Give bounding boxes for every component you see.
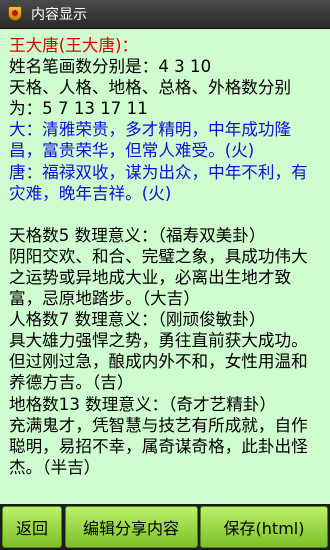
back-button[interactable]: 返回 xyxy=(2,506,62,548)
dige-text: 充满鬼才，凭智慧与技艺有所成就，自作聪明，易招不幸，属奇谋奇格，此卦出怪杰。（半… xyxy=(9,415,308,477)
fortune-tang: 唐：福禄双收，谋为出众，中年不利，有灾难，晚年吉祥。(火) xyxy=(9,162,308,203)
window-title: 内容显示 xyxy=(31,7,87,23)
result-content[interactable]: 王大唐(王大唐)： 姓名笔画数分别是：4 3 10 天格、人格、地格、总格、外格… xyxy=(0,29,330,504)
strokes-line: 姓名笔画数分别是：4 3 10 xyxy=(9,57,212,77)
renge-title: 人格数7 数理意义：（刚顽俊敏卦） xyxy=(9,310,266,330)
title-bar: 内容显示 xyxy=(0,0,330,29)
name-heading: 王大唐(王大唐)： xyxy=(9,36,139,55)
tiange-text: 阴阳交欢、和合、完璧之象，具成功伟大之运势或异地成大业，必离出生地才致富，忌原地… xyxy=(9,246,308,309)
grids-line: 天格、人格、地格、总格、外格数分别为：5 7 13 17 11 xyxy=(9,78,292,119)
tiange-title: 天格数5 数理意义：（福寿双美卦） xyxy=(9,225,266,245)
bottom-toolbar: 返回 编辑分享内容 保存(html) xyxy=(0,504,330,550)
dige-title: 地格数13 数理意义：（奇才艺精卦） xyxy=(9,394,276,414)
save-html-button[interactable]: 保存(html) xyxy=(200,506,328,548)
renge-text: 具大雄力强悍之势，勇往直前获大成功。但过刚过急，酿成内外不和，女性用温和养德方吉… xyxy=(9,331,308,393)
edit-share-button[interactable]: 编辑分享内容 xyxy=(64,506,198,548)
fortune-da: 大：清雅荣贵，多才精明，中年成功隆昌，富贵荣华，但常人难受。(火) xyxy=(9,120,292,161)
app-icon xyxy=(7,6,23,22)
